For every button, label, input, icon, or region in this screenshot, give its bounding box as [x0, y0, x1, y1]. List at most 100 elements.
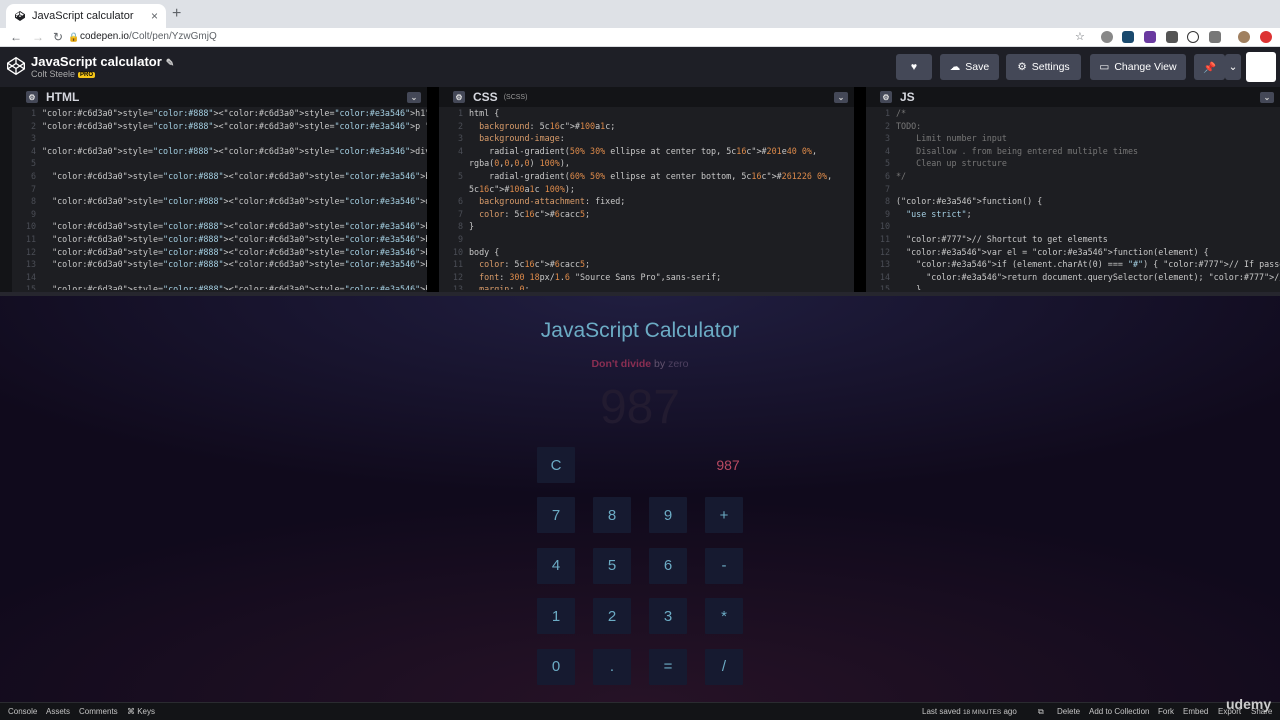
calc-key[interactable]: * [705, 598, 743, 634]
code-line[interactable]: 3 Limit number input [866, 133, 1280, 146]
calc-key[interactable]: 0 [537, 648, 575, 685]
info-icon[interactable] [1187, 31, 1199, 43]
code-line[interactable]: 2 "color:#c6d3a0">style="color:#888"><"co… [12, 121, 427, 134]
code-line[interactable]: 8 ("color:#e3a546">function() { [866, 196, 1280, 209]
settings-button[interactable]: ⚙ Settings [1006, 54, 1081, 80]
calc-key[interactable]: / [705, 648, 743, 685]
code-line[interactable]: 7 [866, 184, 1280, 197]
code-line[interactable]: 9 "use strict"; [866, 209, 1280, 222]
calc-key[interactable]: 1 [537, 598, 575, 634]
extension-icon[interactable] [1209, 31, 1221, 43]
back-arrow-icon[interactable]: ← [10, 30, 22, 44]
code-line[interactable]: 15 } [866, 284, 1280, 290]
extension-icon[interactable] [1101, 31, 1113, 43]
code-line[interactable]: 10 body { [439, 247, 854, 260]
code-line[interactable]: 5 radial-gradient(60% 50% ellipse at cen… [439, 171, 854, 184]
console-button[interactable]: Console [8, 707, 37, 716]
code-line[interactable]: 10 [866, 221, 1280, 234]
calc-key[interactable]: 9 [649, 497, 687, 533]
calc-key[interactable]: - [705, 547, 743, 584]
extension-icon[interactable] [1122, 31, 1134, 43]
code-line[interactable]: 4 "color:#c6d3a0">style="color:#888"><"co… [12, 146, 427, 159]
code-line[interactable]: 8 "color:#c6d3a0">style="color:#888"><"c… [12, 196, 427, 209]
editor-gear-icon[interactable]: ⚙ [453, 91, 465, 103]
clear-button[interactable]: C [537, 447, 575, 483]
codepen-logo-icon[interactable] [6, 56, 26, 76]
assets-button[interactable]: Assets [46, 707, 70, 716]
calc-key[interactable]: . [593, 648, 631, 685]
user-avatar[interactable] [1246, 52, 1276, 82]
code-line[interactable]: 12 "color:#c6d3a0">style="color:#888"><"… [12, 247, 427, 260]
js-editor[interactable]: ⚙ JS ⌄ 1/* 2 TODO: 3 Limit number input 4 Disa… [866, 87, 1280, 292]
code-line[interactable]: 6 */ [866, 171, 1280, 184]
code-line[interactable]: 4 Disallow . from being entered multiple… [866, 146, 1280, 159]
save-button[interactable]: ☁ Save [940, 54, 999, 80]
change-view-button[interactable]: ▭ Change View [1090, 54, 1186, 80]
bookmark-star-icon[interactable]: ☆ [1075, 30, 1085, 43]
keys-button[interactable]: ⌘ Keys [127, 707, 155, 716]
calc-key[interactable]: 2 [593, 598, 631, 634]
calc-key[interactable]: 8 [593, 497, 631, 533]
chevron-down-icon[interactable]: ⌄ [407, 92, 421, 103]
code-line[interactable]: 5c16c">#100a1c 100%); [439, 184, 854, 197]
edit-pencil-icon[interactable]: ✎ [166, 58, 174, 69]
code-line[interactable]: 5 [12, 158, 427, 171]
pin-dropdown-button[interactable]: ⌄ [1225, 54, 1241, 80]
new-tab-button[interactable]: + [172, 6, 181, 22]
code-line[interactable]: 12 "color:#e3a546">var el = "color:#e3a5… [866, 247, 1280, 260]
preview-resize-handle[interactable] [0, 292, 1280, 296]
code-line[interactable]: 14 "color:#e3a546">return document.query… [866, 272, 1280, 285]
calc-key[interactable]: + [705, 497, 743, 533]
code-line[interactable]: 1 html { [439, 108, 854, 121]
chevron-down-icon[interactable]: ⌄ [1260, 92, 1274, 103]
embed-button[interactable]: Embed [1183, 707, 1208, 716]
extension-icon[interactable] [1166, 31, 1178, 43]
code-line[interactable]: 4 radial-gradient(50% 30% ellipse at cen… [439, 146, 854, 159]
pin-button[interactable]: 📌 [1194, 54, 1225, 80]
external-link-icon[interactable]: ⧉ [1038, 707, 1044, 717]
menu-icon[interactable] [1260, 31, 1272, 43]
heart-button[interactable]: ♥ [896, 54, 932, 80]
code-line[interactable]: 15 "color:#c6d3a0">style="color:#888"><"… [12, 284, 427, 290]
code-line[interactable]: 11 "color:#777">// Shortcut to get eleme… [866, 234, 1280, 247]
calc-key[interactable]: 4 [537, 547, 575, 584]
code-line[interactable]: 9 [439, 234, 854, 247]
code-line[interactable]: 10 "color:#c6d3a0">style="color:#888"><"… [12, 221, 427, 234]
code-line[interactable]: 11 color: 5c16c">#6cacc5; [439, 259, 854, 272]
code-line[interactable]: 3 background-image: [439, 133, 854, 146]
close-tab-icon[interactable]: × [151, 9, 158, 23]
code-line[interactable]: rgba(0,0,0,0) 100%), [439, 158, 854, 171]
pen-title[interactable]: JavaScript calculator ✎ [31, 54, 174, 69]
code-line[interactable]: 7 color: 5c16c">#6cacc5; [439, 209, 854, 222]
profile-avatar-icon[interactable] [1238, 31, 1250, 43]
add-to-collection-button[interactable]: Add to Collection [1089, 707, 1149, 716]
code-line[interactable]: 6 "color:#c6d3a0">style="color:#888"><"c… [12, 171, 427, 184]
code-line[interactable]: 13 margin: 0; [439, 284, 854, 290]
calc-key[interactable]: = [649, 648, 687, 685]
code-area[interactable]: 1/* 2 TODO: 3 Limit number input 4 Disallow … [866, 107, 1280, 290]
html-editor[interactable]: ⚙ HTML ⌄ 1 "color:#c6d3a0">style="color:#88… [12, 87, 427, 292]
browser-tab[interactable]: JavaScript calculator × [6, 4, 166, 28]
calc-key[interactable]: 6 [649, 547, 687, 584]
comments-button[interactable]: Comments [79, 707, 118, 716]
lock-icon[interactable]: 🔒 [68, 32, 79, 43]
editor-resize-handle[interactable] [854, 87, 866, 292]
code-line[interactable]: 5 Clean up structure [866, 158, 1280, 171]
code-line[interactable]: 3 [12, 133, 427, 146]
css-editor[interactable]: ⚙ CSS (SCSS) ⌄ 1 html {2 background: 5c16c">… [439, 87, 854, 292]
code-line[interactable]: 7 [12, 184, 427, 197]
code-line[interactable]: 13 "color:#c6d3a0">style="color:#888"><"… [12, 259, 427, 272]
code-line[interactable]: 9 [12, 209, 427, 222]
editor-gear-icon[interactable]: ⚙ [26, 91, 38, 103]
author-name[interactable]: Colt Steele [31, 69, 75, 79]
reload-icon[interactable]: ↻ [53, 30, 63, 44]
calc-key[interactable]: 7 [537, 497, 575, 533]
delete-button[interactable]: Delete [1057, 707, 1080, 716]
code-line[interactable]: 1 /* [866, 108, 1280, 121]
editor-gear-icon[interactable]: ⚙ [880, 91, 892, 103]
code-line[interactable]: 1 "color:#c6d3a0">style="color:#888"><"co… [12, 108, 427, 121]
code-area[interactable]: 1 "color:#c6d3a0">style="color:#888"><"co… [12, 107, 427, 290]
calc-key[interactable]: 3 [649, 598, 687, 634]
extension-icon[interactable] [1144, 31, 1156, 43]
code-line[interactable]: 11 "color:#c6d3a0">style="color:#888"><"… [12, 234, 427, 247]
